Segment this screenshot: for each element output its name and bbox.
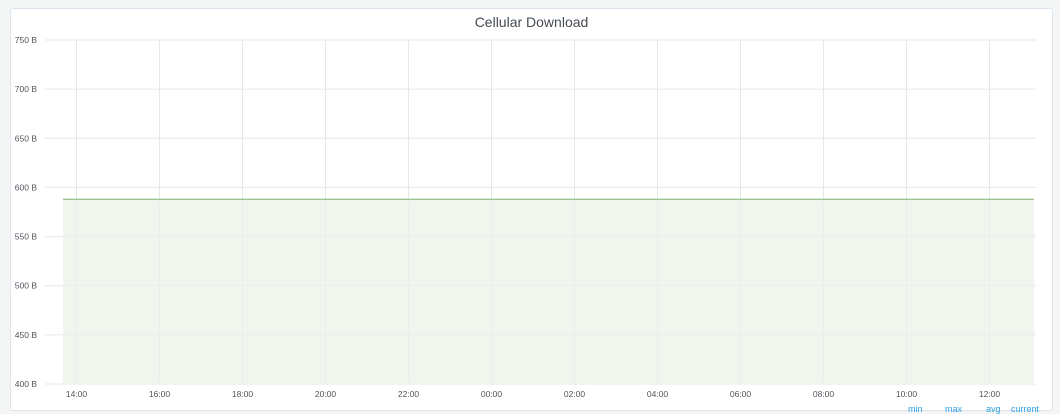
x-tick-label: 16:00 xyxy=(149,389,171,399)
legend-header-max[interactable]: max xyxy=(945,404,962,414)
y-tick-label: 500 B xyxy=(15,281,38,291)
legend-header-current[interactable]: current xyxy=(1011,404,1039,414)
x-tick-label: 00:00 xyxy=(481,389,503,399)
y-tick-label: 450 B xyxy=(15,330,38,340)
x-tick-label: 18:00 xyxy=(232,389,254,399)
y-tick-label: 550 B xyxy=(15,232,38,242)
x-tick-label: 02:00 xyxy=(564,389,586,399)
x-tick-label: 22:00 xyxy=(398,389,420,399)
x-tick-label: 10:00 xyxy=(896,389,918,399)
y-tick-label: 400 B xyxy=(15,379,38,389)
x-tick-label: 08:00 xyxy=(813,389,835,399)
x-tick-label: 04:00 xyxy=(647,389,669,399)
legend-header-min[interactable]: min xyxy=(908,404,923,414)
series-area xyxy=(63,199,1034,384)
x-tick-label: 14:00 xyxy=(66,389,88,399)
chart-svg: 400 B 450 B 500 B 550 B 600 B 650 B 700 B 750 B… xyxy=(15,35,1036,399)
y-tick-label: 650 B xyxy=(15,133,38,143)
legend-header-avg[interactable]: avg xyxy=(986,404,1001,414)
y-tick-label: 700 B xyxy=(15,84,38,94)
y-tick-label: 750 B xyxy=(15,35,38,45)
y-tick-label: 600 B xyxy=(15,182,38,192)
x-tick-label: 20:00 xyxy=(315,389,337,399)
x-tick-label: 06:00 xyxy=(730,389,752,399)
x-tick-label: 12:00 xyxy=(979,389,1001,399)
